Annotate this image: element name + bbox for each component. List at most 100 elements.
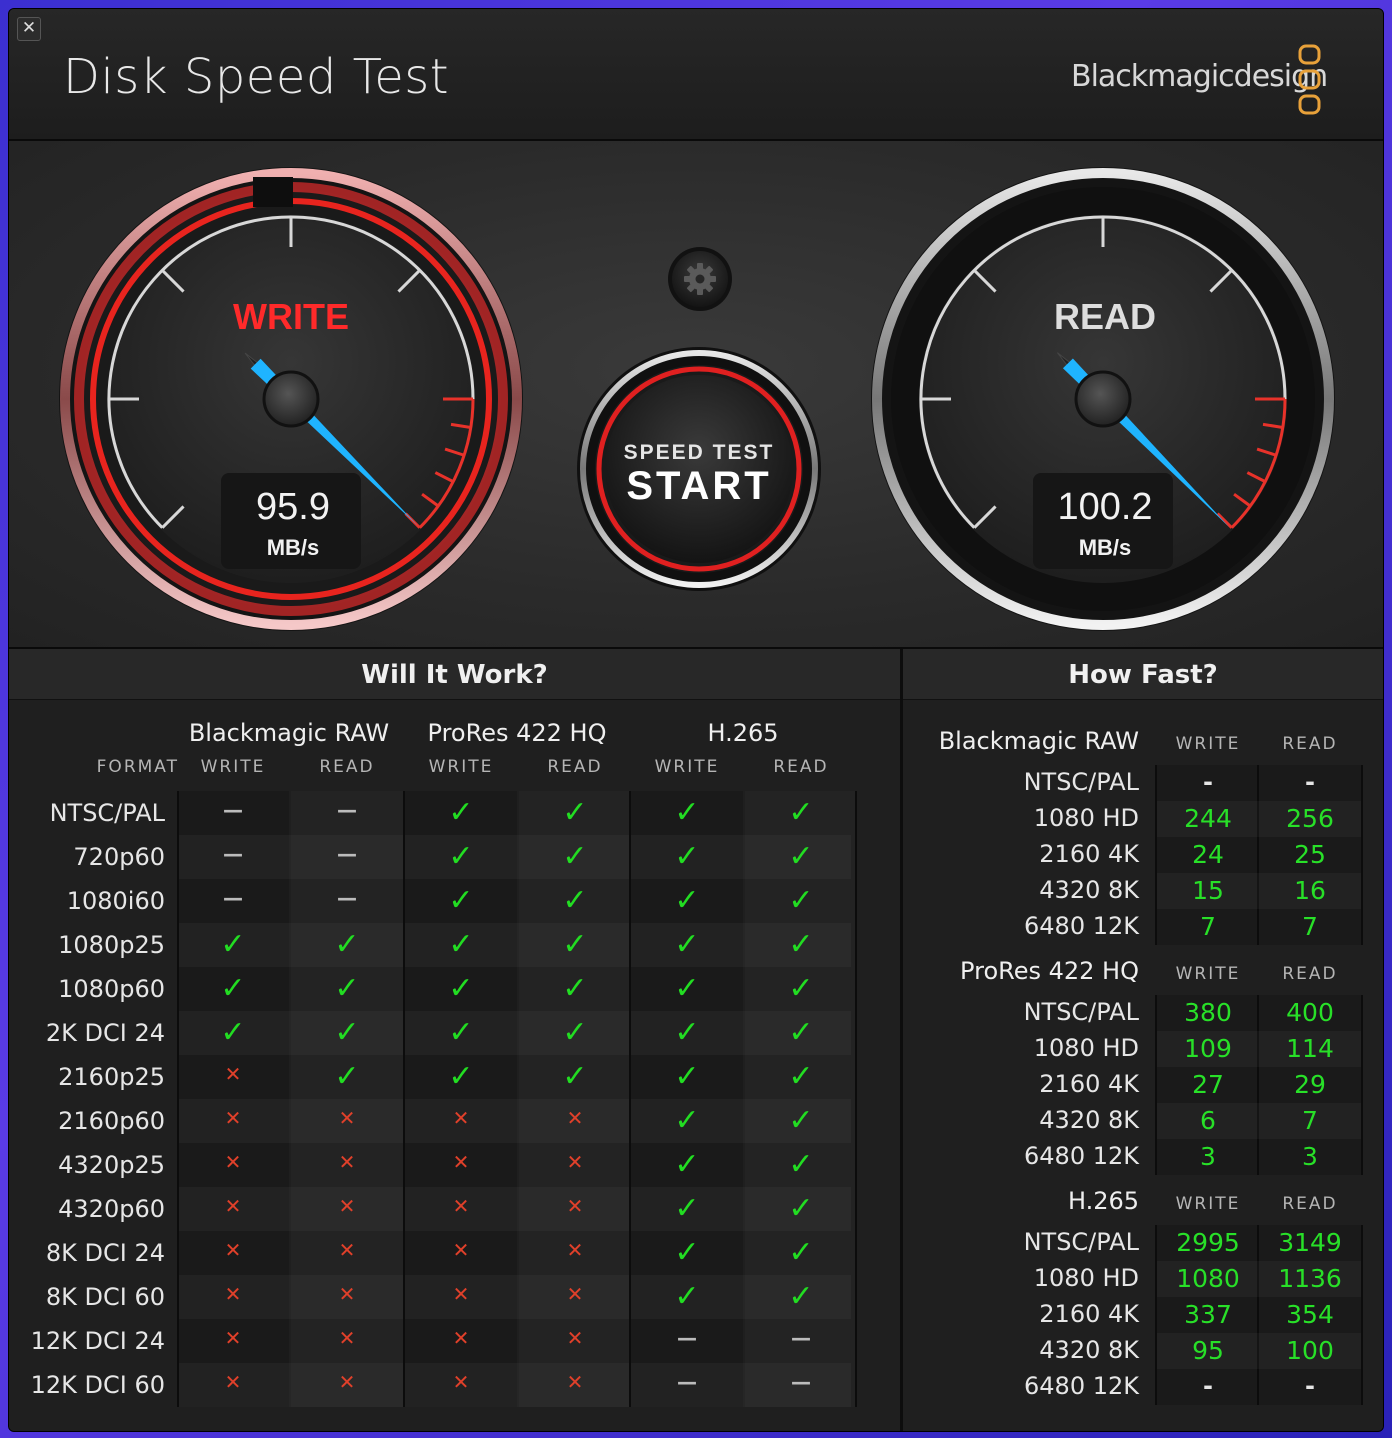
cross-icon: ✕ (338, 1282, 356, 1306)
how-fast-section-title: Blackmagic RAW (938, 727, 1139, 755)
check-icon: ✓ (788, 795, 814, 830)
dash-icon: — (337, 886, 357, 910)
cross-icon: ✕ (566, 1282, 584, 1306)
close-button[interactable]: ✕ (17, 17, 41, 41)
check-icon: ✓ (448, 971, 474, 1006)
fps-read-value: - (1305, 768, 1315, 796)
format-label: 12K DCI 24 (30, 1327, 165, 1355)
fps-write-value: - (1203, 768, 1213, 796)
dash-icon: — (223, 886, 243, 910)
cross-icon: ✕ (338, 1238, 356, 1262)
fps-write-value: 6 (1200, 1106, 1216, 1135)
fps-write-value: 1080 (1176, 1264, 1240, 1293)
format-label: 4320p60 (58, 1195, 165, 1223)
format-label: 6480 12K (1024, 1372, 1139, 1400)
format-label: 1080i60 (66, 887, 165, 915)
check-icon: ✓ (562, 1015, 588, 1050)
format-label: 4320 8K (1039, 876, 1139, 904)
read-column-header: READ (319, 757, 375, 777)
gauge-area: WRITE 95.9 MB/s READ 100.2 MB/s SPEED TE… (9, 141, 1383, 649)
cross-icon: ✕ (338, 1194, 356, 1218)
gear-icon (684, 263, 716, 295)
cross-icon: ✕ (452, 1106, 470, 1130)
dash-icon: — (223, 798, 243, 822)
check-icon: ✓ (788, 1279, 814, 1314)
cross-icon: ✕ (452, 1194, 470, 1218)
fps-write-value: 337 (1184, 1300, 1232, 1329)
cross-icon: ✕ (452, 1150, 470, 1174)
how-fast-title: How Fast? (903, 649, 1383, 700)
cross-icon: ✕ (452, 1238, 470, 1262)
fps-write-value: 3 (1200, 1142, 1216, 1171)
cross-icon: ✕ (452, 1282, 470, 1306)
start-button[interactable]: SPEED TEST START (577, 347, 821, 591)
cross-icon: ✕ (566, 1150, 584, 1174)
fps-write-value: 24 (1192, 840, 1224, 869)
read-column-header: READ (773, 757, 829, 777)
column-divider (1361, 765, 1363, 945)
codec-group-title: Blackmagic RAW (188, 719, 390, 747)
format-label: NTSC/PAL (1023, 998, 1139, 1026)
check-icon: ✓ (334, 1015, 360, 1050)
check-icon: ✓ (448, 795, 474, 830)
format-label: 8K DCI 24 (45, 1239, 165, 1267)
write-gauge: WRITE 95.9 MB/s (59, 167, 523, 631)
format-label: 1080p60 (58, 975, 165, 1003)
cross-icon: ✕ (566, 1238, 584, 1262)
format-label: 2160p60 (58, 1107, 165, 1135)
check-icon: ✓ (674, 1279, 700, 1314)
cross-icon: ✕ (566, 1106, 584, 1130)
write-column-header: WRITE (1175, 964, 1241, 984)
blackmagic-logo-icon (1298, 44, 1321, 115)
fps-read-value: 3 (1302, 1142, 1318, 1171)
app-window: Disk Speed Test Blackmagicdesign ✕ WRITE… (8, 8, 1384, 1432)
check-icon: ✓ (448, 927, 474, 962)
title-bar: Disk Speed Test Blackmagicdesign (9, 9, 1383, 141)
dash-icon: — (337, 842, 357, 866)
cross-icon: ✕ (224, 1062, 242, 1086)
check-icon: ✓ (674, 1015, 700, 1050)
check-icon: ✓ (788, 1191, 814, 1226)
format-label: 2160 4K (1039, 840, 1139, 868)
format-label: NTSC/PAL (1023, 1228, 1139, 1256)
check-icon: ✓ (788, 1235, 814, 1270)
fps-read-value: 16 (1294, 876, 1326, 905)
format-header: FORMAT (96, 757, 179, 777)
check-icon: ✓ (788, 927, 814, 962)
format-label: 6480 12K (1024, 1142, 1139, 1170)
check-icon: ✓ (674, 883, 700, 918)
cross-icon: ✕ (224, 1194, 242, 1218)
fps-read-value: 114 (1286, 1034, 1334, 1063)
format-label: NTSC/PAL (49, 799, 165, 827)
cross-icon: ✕ (566, 1326, 584, 1350)
dash-icon: — (337, 798, 357, 822)
read-label: READ (1054, 296, 1156, 337)
column-divider (1361, 1225, 1363, 1405)
check-icon: ✓ (562, 971, 588, 1006)
read-value: 100.2 (1057, 486, 1152, 528)
cross-icon: ✕ (224, 1106, 242, 1130)
settings-button[interactable] (668, 247, 732, 311)
read-column-header: READ (1282, 1194, 1338, 1214)
fps-write-value: 380 (1184, 998, 1232, 1027)
read-column-header: READ (1282, 964, 1338, 984)
check-icon: ✓ (562, 795, 588, 830)
read-unit: MB/s (1079, 535, 1132, 560)
check-icon: ✓ (788, 971, 814, 1006)
check-icon: ✓ (788, 883, 814, 918)
dash-icon: — (791, 1370, 811, 1394)
how-fast-panel: How Fast? Blackmagic RAW WRITE READ NTSC/PA… (903, 649, 1383, 1431)
cross-icon: ✕ (338, 1106, 356, 1130)
format-label: 1080 HD (1033, 804, 1139, 832)
codec-group-title: H.265 (707, 719, 779, 747)
app-title: Disk Speed Test (63, 49, 450, 105)
check-icon: ✓ (334, 971, 360, 1006)
format-label: 4320 8K (1039, 1106, 1139, 1134)
check-icon: ✓ (674, 1191, 700, 1226)
group-divider (177, 791, 179, 1407)
cross-icon: ✕ (452, 1326, 470, 1350)
check-icon: ✓ (448, 1059, 474, 1094)
cross-icon: ✕ (224, 1282, 242, 1306)
check-icon: ✓ (788, 1147, 814, 1182)
cross-icon: ✕ (338, 1370, 356, 1394)
